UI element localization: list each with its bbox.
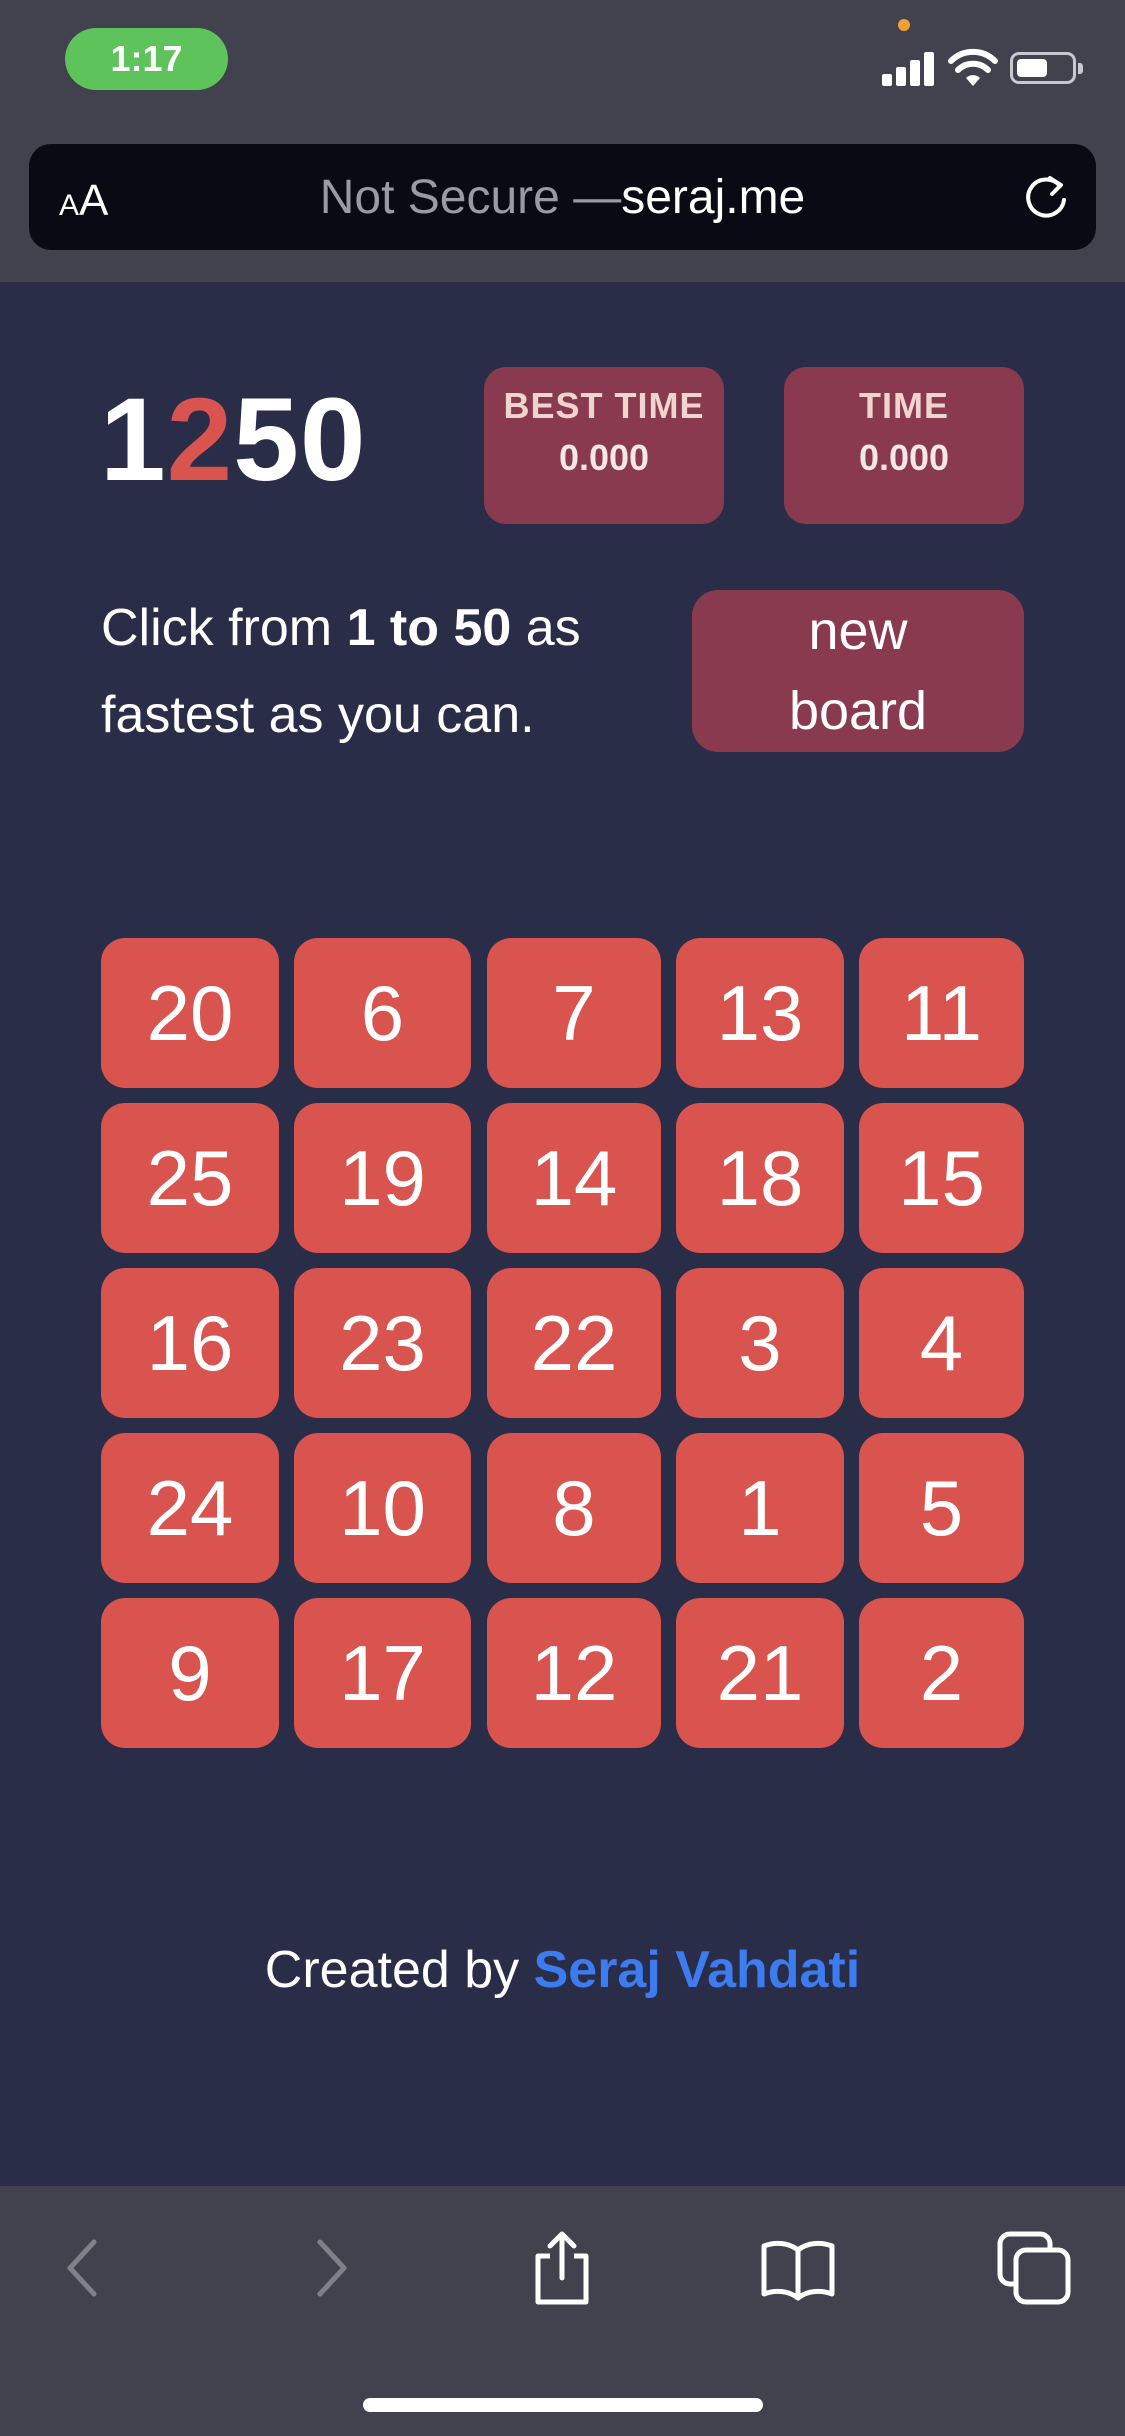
number-tile[interactable]: 10 xyxy=(294,1433,471,1583)
reload-icon[interactable] xyxy=(1020,172,1072,224)
wifi-icon xyxy=(948,48,998,86)
tabs-icon[interactable] xyxy=(994,2228,1074,2308)
author-link[interactable]: Seraj Vahdati xyxy=(534,1941,861,1999)
address-bar[interactable]: AA Not Secure — seraj.me xyxy=(29,144,1096,250)
url-display[interactable]: Not Secure — seraj.me xyxy=(29,144,1096,250)
number-tile[interactable]: 19 xyxy=(294,1103,471,1253)
number-tile[interactable]: 14 xyxy=(487,1103,661,1253)
number-tile[interactable]: 21 xyxy=(676,1598,844,1748)
time-value: 0.000 xyxy=(858,437,950,478)
browser-top-chrome: 1:17 AA Not Secure — seraj.me xyxy=(0,0,1125,282)
number-tile[interactable]: 11 xyxy=(859,938,1024,1088)
number-tile[interactable]: 23 xyxy=(294,1268,471,1418)
number-tile[interactable]: 25 xyxy=(101,1103,279,1253)
number-tile[interactable]: 3 xyxy=(676,1268,844,1418)
number-tile[interactable]: 2 xyxy=(859,1598,1024,1748)
back-icon[interactable] xyxy=(46,2228,126,2308)
cellular-signal-icon xyxy=(882,48,936,86)
number-tile[interactable]: 4 xyxy=(859,1268,1024,1418)
instructions: Click from 1 to 50 as fastest as you can… xyxy=(101,599,581,744)
number-tile[interactable]: 12 xyxy=(487,1598,661,1748)
status-time: 1:17 xyxy=(65,28,228,90)
number-tile[interactable]: 6 xyxy=(294,938,471,1088)
number-tile[interactable]: 15 xyxy=(859,1103,1024,1253)
battery-icon xyxy=(1010,52,1083,84)
best-time-label: BEST TIME xyxy=(503,385,705,426)
new-board-button[interactable]: new board xyxy=(692,590,1024,752)
number-tile[interactable]: 13 xyxy=(676,938,844,1088)
number-tile[interactable]: 8 xyxy=(487,1433,661,1583)
not-secure-label: Not Secure — xyxy=(319,170,622,224)
forward-icon[interactable] xyxy=(288,2228,368,2308)
url-host: seraj.me xyxy=(621,170,806,224)
best-time-value: 0.000 xyxy=(558,437,650,478)
mic-indicator-icon xyxy=(898,19,910,31)
number-tile[interactable]: 5 xyxy=(859,1433,1024,1583)
best-time-panel: BEST TIME 0.000 xyxy=(484,367,724,524)
number-tile[interactable]: 16 xyxy=(101,1268,279,1418)
number-grid: 20 6 7 13 11 25 19 14 18 15 16 23 22 3 4 24 10 8 1 5 9 17 12 21… xyxy=(101,938,1024,1751)
number-tile[interactable]: 18 xyxy=(676,1103,844,1253)
number-tile[interactable]: 20 xyxy=(101,938,279,1088)
number-tile[interactable]: 9 xyxy=(101,1598,279,1748)
number-tile[interactable]: 1 xyxy=(676,1433,844,1583)
home-indicator xyxy=(363,2398,763,2412)
number-tile[interactable]: 24 xyxy=(101,1433,279,1583)
number-tile[interactable]: 17 xyxy=(294,1598,471,1748)
time-panel: TIME 0.000 xyxy=(784,367,1024,524)
game-logo: 1250 xyxy=(100,374,367,506)
time-label: TIME xyxy=(859,385,949,426)
number-tile[interactable]: 7 xyxy=(487,938,661,1088)
number-tile[interactable]: 22 xyxy=(487,1268,661,1418)
bookmarks-icon[interactable] xyxy=(758,2228,838,2308)
credit-line: Created by Seraj Vahdati xyxy=(264,1941,861,1999)
share-icon[interactable] xyxy=(522,2228,602,2308)
